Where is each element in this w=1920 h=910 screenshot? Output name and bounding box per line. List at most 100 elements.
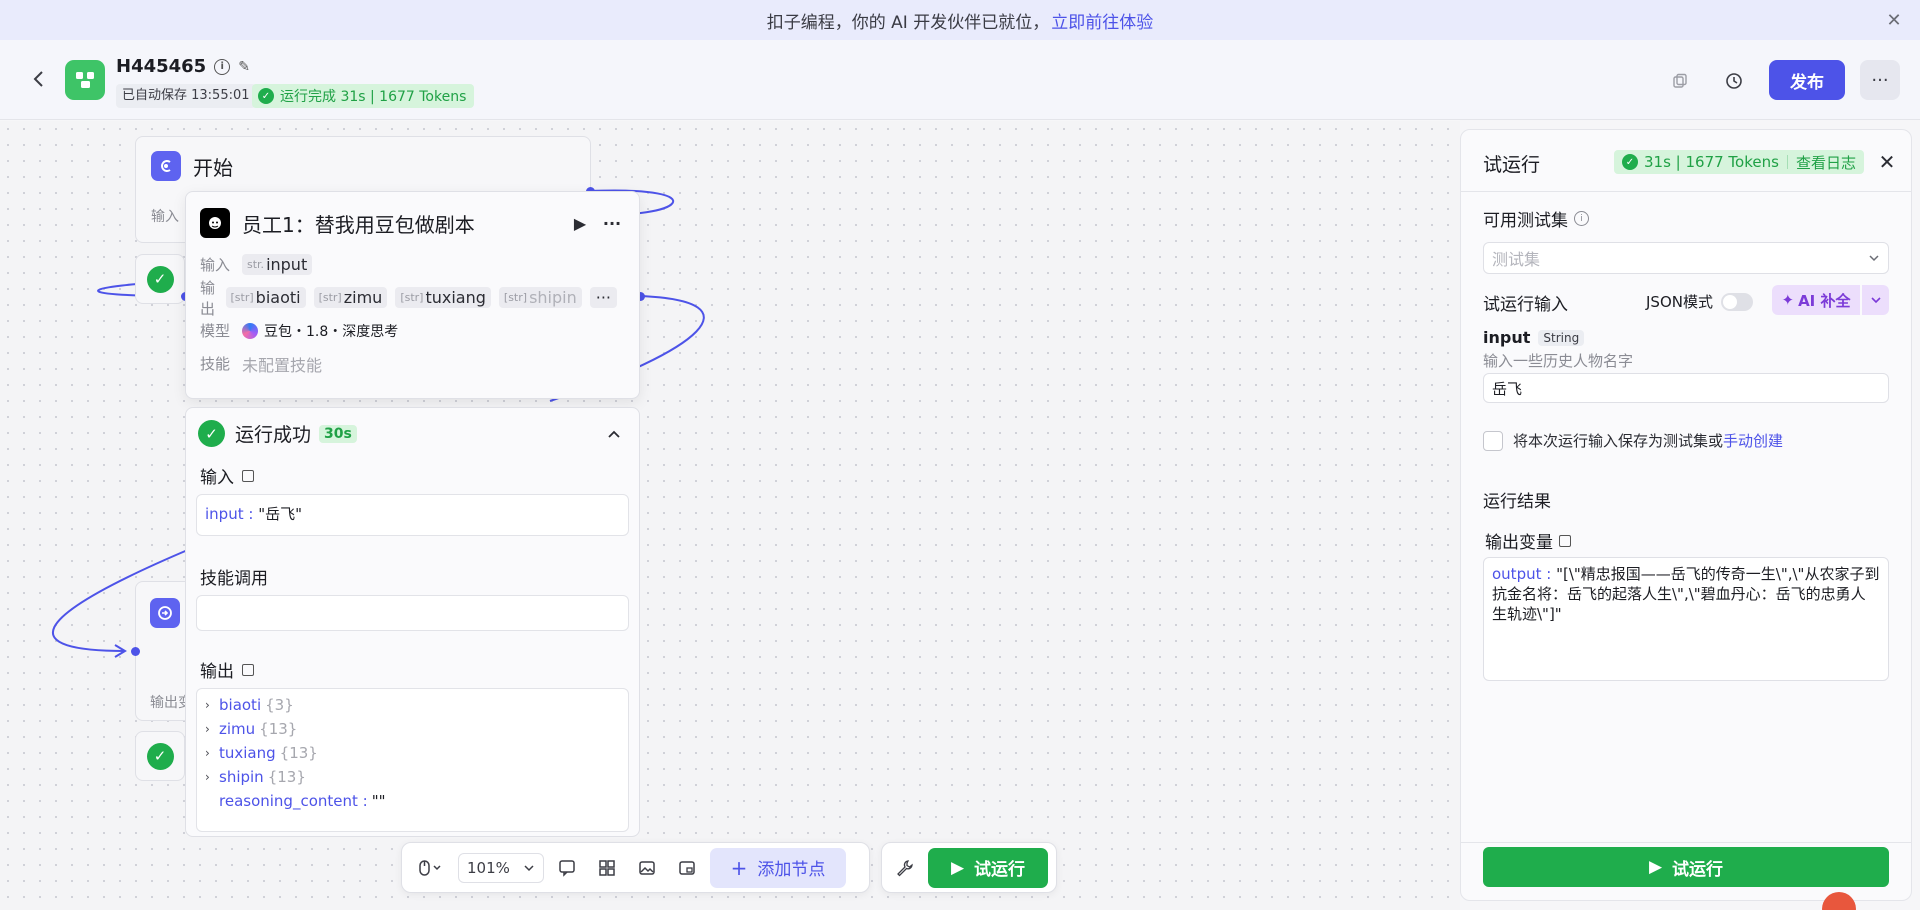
play-icon: ▶ — [950, 857, 965, 878]
run-input-label: 试运行输入 — [1483, 295, 1568, 315]
copy-icon[interactable] — [1663, 64, 1697, 98]
model-name: 豆包・1.8・深度思考 — [264, 323, 399, 340]
start-node-title: 开始 — [193, 155, 233, 180]
play-icon: ▶ — [1648, 857, 1663, 877]
start-icon — [151, 151, 181, 181]
info-icon[interactable]: i — [1574, 211, 1589, 226]
testset-section: 可用测试集 i — [1483, 206, 1589, 231]
mouse-icon[interactable] — [408, 851, 452, 885]
output-item[interactable]: › shipin {13} — [197, 765, 628, 789]
doubao-logo-icon — [242, 322, 258, 339]
panel-status-badge: ✓ 31s | 1677 Tokens 查看日志 — [1614, 150, 1864, 174]
copy-icon[interactable] — [242, 663, 254, 676]
time-badge: 30s — [319, 424, 357, 443]
result-title: 运行成功 — [235, 424, 312, 446]
add-node-label: 添加节点 — [757, 860, 826, 880]
skill-call-section: 技能调用 — [186, 564, 639, 589]
output-item: reasoning_content : "" — [197, 789, 628, 813]
close-icon[interactable]: ✕ — [1875, 150, 1899, 174]
add-node-button[interactable]: + 添加节点 — [710, 847, 846, 888]
result-input-section: 输入 — [186, 463, 639, 488]
more-icon[interactable]: ··· — [589, 287, 617, 308]
testset-placeholder: 测试集 — [1492, 250, 1541, 269]
input-variable-field[interactable]: 岳飞 — [1483, 373, 1889, 403]
banner-link[interactable]: 立即前往体验 — [1051, 8, 1153, 33]
output-var-section: 输出变量 — [1485, 528, 1571, 553]
result-output-box: › biaoti {3} › zimu {13} › tuxiang {13} › shipi… — [196, 688, 629, 832]
chevron-left-icon[interactable] — [28, 68, 50, 90]
wrench-icon[interactable] — [888, 851, 922, 885]
input-name: input — [266, 255, 308, 274]
save-testset-text: 将本次运行输入保存为测试集或 — [1513, 432, 1724, 450]
result-label: 运行结果 — [1483, 492, 1551, 512]
end-icon — [150, 598, 180, 628]
testset-select[interactable]: 测试集 — [1483, 242, 1889, 274]
input-variable-name: input — [1483, 328, 1531, 347]
chevron-up-icon[interactable] — [601, 421, 627, 447]
ai-fill-dropdown[interactable] — [1862, 285, 1889, 315]
save-testset-row: 将本次运行输入保存为测试集或手动创建 — [1483, 430, 1783, 451]
test-run-button[interactable]: ▶ 试运行 — [928, 847, 1048, 888]
output-tag: [str] zimu — [313, 287, 388, 308]
reasoning-key: reasoning_content : — [219, 792, 368, 810]
output-name: biaoti — [255, 288, 301, 307]
llm-input-row: 输入 str. input — [186, 248, 639, 281]
output-item[interactable]: › biaoti {3} — [197, 693, 628, 717]
output-item-count: {3} — [265, 696, 294, 714]
output-key: output : — [1492, 565, 1552, 583]
skill-value: 未配置技能 — [242, 355, 323, 375]
more-icon[interactable]: ··· — [1860, 60, 1900, 100]
manual-create-link[interactable]: 手动创建 — [1723, 432, 1783, 450]
chevron-down-icon — [1869, 255, 1879, 262]
input-port[interactable] — [131, 647, 140, 656]
output-item[interactable]: › tuxiang {13} — [197, 741, 628, 765]
llm-node[interactable]: 员工1：替我用豆包做剧本 ▶ ··· 输入 str. input 输出 [str]… — [185, 191, 640, 399]
sparkle-icon: ✦ — [1781, 291, 1795, 309]
page-title: H445465 i ✎ — [116, 56, 250, 77]
chevron-right-icon: › — [205, 746, 210, 760]
minimap-icon[interactable] — [670, 851, 704, 885]
canvas-toolbar: 101% + 添加节点 — [401, 842, 870, 893]
close-icon[interactable]: ✕ — [1882, 8, 1906, 32]
output-item-count: {13} — [267, 768, 306, 786]
chevron-right-icon: › — [205, 770, 210, 784]
play-icon[interactable]: ▶ — [567, 210, 593, 236]
image-icon[interactable] — [630, 851, 664, 885]
more-icon[interactable]: ··· — [599, 210, 625, 236]
output-tag: [str] biaoti — [225, 287, 306, 308]
save-testset-checkbox[interactable] — [1483, 430, 1503, 451]
promo-banner: 扣子编程，你的 AI 开发伙伴已就位， 立即前往体验 ✕ — [0, 0, 1920, 40]
llm-skill-key: 技能 — [200, 355, 231, 373]
copy-icon[interactable] — [242, 469, 254, 482]
panel-run-button[interactable]: ▶ 试运行 — [1483, 847, 1889, 887]
app-icon — [65, 60, 105, 100]
comment-icon[interactable] — [550, 851, 584, 885]
output-item-name: shipin — [219, 768, 264, 786]
panel-header: 试运行 ✓ 31s | 1677 Tokens 查看日志 ✕ — [1461, 130, 1911, 192]
workflow-canvas[interactable]: 开始 输入 ✓ 输出变 ✓ 员工1：替我用豆包做剧本 ▶ ··· 输入 str.… — [0, 121, 1460, 910]
llm-output-key: 输出 — [200, 278, 216, 318]
type-label: str. — [247, 258, 265, 271]
info-icon[interactable]: i — [214, 58, 231, 75]
robot-icon — [200, 208, 230, 238]
output-value: "[\"精忠报国——岳飞的传奇一生\",\"从农家子到抗金名将：岳飞的起落人生\… — [1492, 565, 1880, 623]
publish-button[interactable]: 发布 — [1769, 60, 1845, 100]
skill-call-box — [196, 595, 629, 631]
chevron-down-icon — [1870, 297, 1881, 304]
llm-model-key: 模型 — [200, 322, 231, 340]
check-circle-icon: ✓ — [146, 742, 174, 770]
zoom-value: 101% — [467, 858, 510, 877]
copy-icon[interactable] — [1559, 534, 1571, 547]
view-log-link[interactable]: 查看日志 — [1796, 152, 1856, 173]
layout-icon[interactable] — [590, 851, 624, 885]
json-mode-toggle[interactable] — [1720, 292, 1753, 311]
end-node-output-label: 输出变 — [150, 695, 190, 711]
history-icon[interactable] — [1717, 64, 1751, 98]
output-var-box: output : "[\"精忠报国——岳飞的传奇一生\",\"从农家子到抗金名将… — [1483, 557, 1889, 681]
llm-skill-row: 技能 未配置技能 — [186, 347, 639, 380]
edit-icon[interactable]: ✎ — [238, 59, 250, 75]
zoom-select[interactable]: 101% — [458, 852, 544, 883]
output-item[interactable]: › zimu {13} — [197, 717, 628, 741]
ai-fill-button[interactable]: ✦ AI 补全 — [1772, 285, 1860, 315]
output-var-label: 输出变量 — [1485, 533, 1553, 553]
